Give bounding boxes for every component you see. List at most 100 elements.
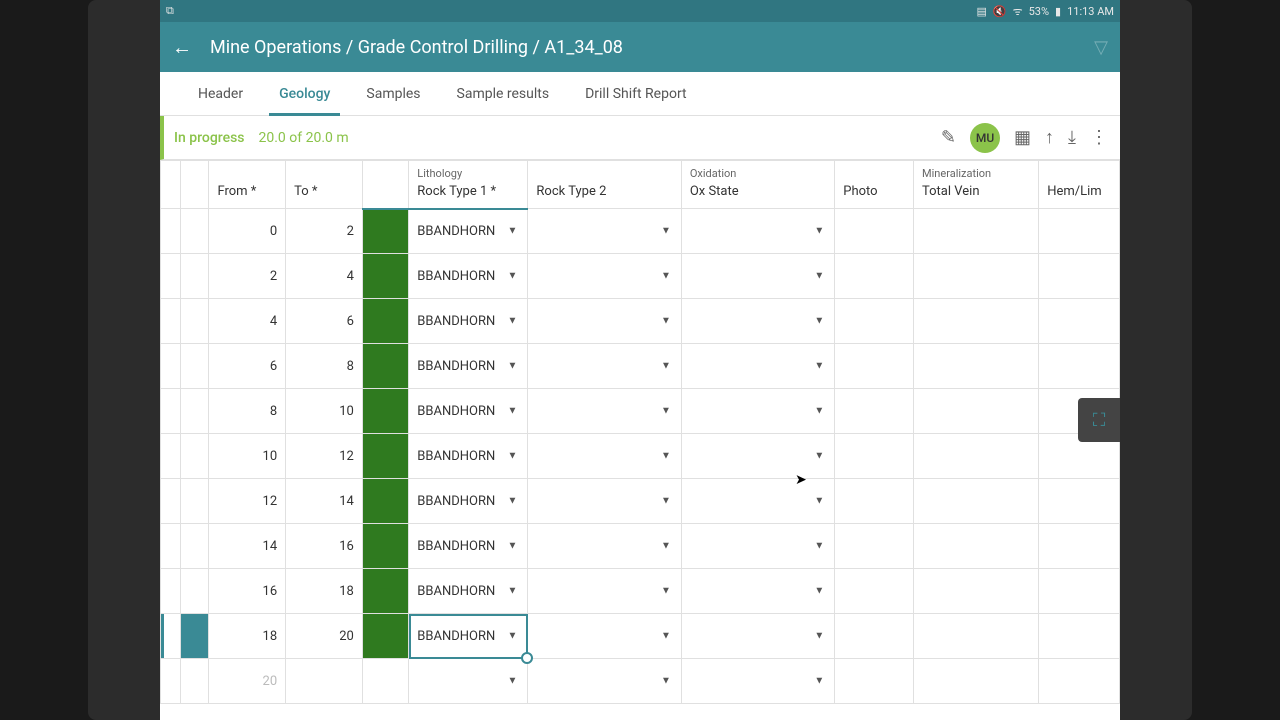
cell-hem-lim[interactable] bbox=[1039, 209, 1120, 254]
cell-total-vein[interactable] bbox=[914, 614, 1039, 659]
expand-fullscreen-button[interactable]: ⛶ bbox=[1078, 398, 1120, 442]
cell-photo[interactable] bbox=[835, 434, 914, 479]
row-handle[interactable] bbox=[161, 569, 181, 614]
cell-ox-state[interactable]: ▼ bbox=[681, 434, 834, 479]
row-select[interactable] bbox=[181, 254, 209, 299]
column-header-rock-type-2[interactable]: Rock Type 2 bbox=[528, 161, 681, 209]
row-select[interactable] bbox=[181, 479, 209, 524]
cell-from[interactable]: 6 bbox=[209, 344, 286, 389]
download-icon[interactable]: ⤓ bbox=[1068, 127, 1076, 148]
cell-ox-state[interactable]: ▼ bbox=[681, 344, 834, 389]
row-handle[interactable] bbox=[161, 434, 181, 479]
cell-from[interactable]: 16 bbox=[209, 569, 286, 614]
cell-rock-type-1[interactable]: BBANDHORN▼ bbox=[409, 479, 528, 524]
row-handle[interactable] bbox=[161, 299, 181, 344]
cell-rock-type-2[interactable]: ▼ bbox=[528, 659, 681, 704]
cell-total-vein[interactable] bbox=[914, 389, 1039, 434]
cell-rock-type-1[interactable]: BBANDHORN▼ bbox=[409, 299, 528, 344]
cell-total-vein[interactable] bbox=[914, 209, 1039, 254]
cell-photo[interactable] bbox=[835, 569, 914, 614]
cell-rock-type-1[interactable]: BBANDHORN▼ bbox=[409, 209, 528, 254]
cell-ox-state[interactable]: ▼ bbox=[681, 254, 834, 299]
cell-rock-type-1[interactable]: BBANDHORN▼ bbox=[409, 344, 528, 389]
row-handle[interactable] bbox=[161, 479, 181, 524]
cell-photo[interactable] bbox=[835, 479, 914, 524]
row-handle[interactable] bbox=[161, 614, 181, 659]
cell-photo[interactable] bbox=[835, 524, 914, 569]
tab-geology[interactable]: Geology bbox=[261, 72, 348, 116]
row-select[interactable] bbox=[181, 299, 209, 344]
cell-rock-type-2[interactable]: ▼ bbox=[528, 434, 681, 479]
row-handle[interactable] bbox=[161, 524, 181, 569]
cell-total-vein[interactable] bbox=[914, 254, 1039, 299]
cell-hem-lim[interactable] bbox=[1039, 569, 1120, 614]
row-select[interactable] bbox=[181, 569, 209, 614]
cell-ox-state[interactable]: ▼ bbox=[681, 209, 834, 254]
cell-photo[interactable] bbox=[835, 659, 914, 704]
cell-from[interactable]: 0 bbox=[209, 209, 286, 254]
cell-from[interactable]: 14 bbox=[209, 524, 286, 569]
cell-hem-lim[interactable] bbox=[1039, 344, 1120, 389]
row-handle[interactable] bbox=[161, 659, 181, 704]
cell-photo[interactable] bbox=[835, 389, 914, 434]
column-header-ox-state[interactable]: OxidationOx State bbox=[681, 161, 834, 209]
tab-drill-shift-report[interactable]: Drill Shift Report bbox=[567, 72, 705, 116]
cell-hem-lim[interactable] bbox=[1039, 659, 1120, 704]
cell-ox-state[interactable]: ▼ bbox=[681, 299, 834, 344]
cell-hem-lim[interactable] bbox=[1039, 479, 1120, 524]
cell-total-vein[interactable] bbox=[914, 344, 1039, 389]
cell-hem-lim[interactable] bbox=[1039, 299, 1120, 344]
column-header-total-vein[interactable]: MineralizationTotal Vein bbox=[914, 161, 1039, 209]
tab-samples[interactable]: Samples bbox=[348, 72, 438, 116]
cell-rock-type-2[interactable]: ▼ bbox=[528, 479, 681, 524]
cell-to[interactable] bbox=[286, 659, 363, 704]
cell-ox-state[interactable]: ▼ bbox=[681, 524, 834, 569]
row-select[interactable] bbox=[181, 524, 209, 569]
row-handle[interactable] bbox=[161, 389, 181, 434]
pencil-icon[interactable]: ✎ bbox=[941, 127, 956, 148]
cell-rock-type-2[interactable]: ▼ bbox=[528, 524, 681, 569]
upload-icon[interactable]: ↑ bbox=[1045, 127, 1054, 148]
cell-from[interactable]: 2 bbox=[209, 254, 286, 299]
cell-to[interactable]: 6 bbox=[286, 299, 363, 344]
cell-rock-type-2[interactable]: ▼ bbox=[528, 389, 681, 434]
cell-total-vein[interactable] bbox=[914, 479, 1039, 524]
cell-ox-state[interactable]: ▼ bbox=[681, 659, 834, 704]
cell-to[interactable]: 8 bbox=[286, 344, 363, 389]
cell-total-vein[interactable] bbox=[914, 434, 1039, 479]
row-select[interactable] bbox=[181, 389, 209, 434]
row-handle[interactable] bbox=[161, 344, 181, 389]
column-header-to[interactable]: To * bbox=[286, 161, 363, 209]
tab-header[interactable]: Header bbox=[180, 72, 261, 116]
cell-to[interactable]: 4 bbox=[286, 254, 363, 299]
cell-hem-lim[interactable] bbox=[1039, 254, 1120, 299]
cell-rock-type-1[interactable]: BBANDHORN▼ bbox=[409, 614, 528, 659]
column-header-rock-type-1[interactable]: LithologyRock Type 1 * bbox=[409, 161, 528, 209]
cell-rock-type-1[interactable]: BBANDHORN▼ bbox=[409, 524, 528, 569]
cell-photo[interactable] bbox=[835, 344, 914, 389]
cell-to[interactable]: 2 bbox=[286, 209, 363, 254]
cell-photo[interactable] bbox=[835, 614, 914, 659]
row-select[interactable] bbox=[181, 209, 209, 254]
column-header-from[interactable]: From * bbox=[209, 161, 286, 209]
row-select[interactable] bbox=[181, 344, 209, 389]
cell-hem-lim[interactable] bbox=[1039, 524, 1120, 569]
tab-sample-results[interactable]: Sample results bbox=[439, 72, 568, 116]
cell-rock-type-1[interactable]: BBANDHORN▼ bbox=[409, 434, 528, 479]
more-vert-icon[interactable]: ⋮ bbox=[1090, 127, 1108, 148]
cell-rock-type-2[interactable]: ▼ bbox=[528, 299, 681, 344]
cell-ox-state[interactable]: ▼ bbox=[681, 479, 834, 524]
cell-total-vein[interactable] bbox=[914, 569, 1039, 614]
cell-from[interactable]: 10 bbox=[209, 434, 286, 479]
row-select[interactable] bbox=[181, 614, 209, 659]
cell-rock-type-2[interactable]: ▼ bbox=[528, 254, 681, 299]
cell-ox-state[interactable]: ▼ bbox=[681, 389, 834, 434]
cell-rock-type-1[interactable]: BBANDHORN▼ bbox=[409, 569, 528, 614]
cell-to[interactable]: 14 bbox=[286, 479, 363, 524]
row-select[interactable] bbox=[181, 434, 209, 479]
row-select[interactable] bbox=[181, 659, 209, 704]
cell-rock-type-1[interactable]: BBANDHORN▼ bbox=[409, 389, 528, 434]
cell-rock-type-1[interactable]: BBANDHORN▼ bbox=[409, 254, 528, 299]
cell-ox-state[interactable]: ▼ bbox=[681, 614, 834, 659]
cell-total-vein[interactable] bbox=[914, 659, 1039, 704]
